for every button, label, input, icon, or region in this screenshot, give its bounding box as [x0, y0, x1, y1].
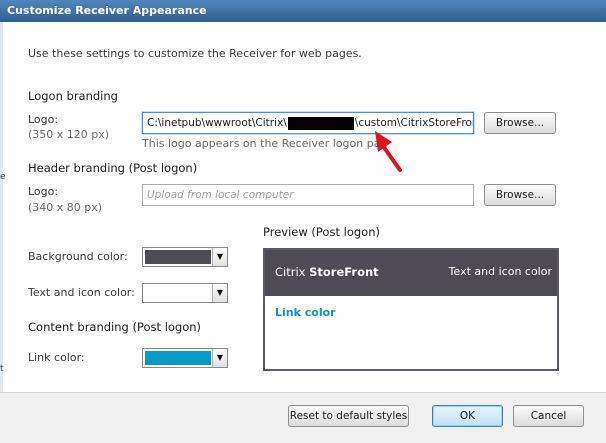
- background-color-swatch: [145, 250, 211, 264]
- logon-logo-path-input[interactable]: C:\inetpub\wwwroot\Citrix\ \custom\Citrix…: [142, 112, 474, 134]
- edge-glyph-t: t: [0, 364, 4, 374]
- background-window-edge: [0, 22, 3, 442]
- header-logo-size: (340 x 80 px): [28, 201, 103, 214]
- redacted-block: [287, 116, 354, 130]
- intro-text: Use these settings to customize the Rece…: [28, 47, 362, 60]
- text-icon-color-picker[interactable]: ▼: [142, 283, 228, 303]
- preview-link-color: Link color: [275, 306, 336, 319]
- logon-logo-helper: This logo appears on the Receiver logon …: [142, 137, 388, 150]
- link-color-swatch: [145, 351, 211, 365]
- logon-logo-path-start: C:\inetpub\wwwroot\Citrix\: [147, 117, 287, 129]
- cancel-button[interactable]: Cancel: [513, 405, 584, 427]
- red-arrow-icon: [375, 131, 402, 172]
- content-branding-heading: Content branding (Post logon): [28, 320, 202, 334]
- text-icon-color-swatch: [145, 286, 211, 300]
- chevron-down-icon[interactable]: ▼: [212, 284, 227, 302]
- edge-glyph-e: e: [0, 172, 6, 182]
- logon-logo-label: Logo:: [28, 113, 59, 126]
- header-branding-heading: Header branding (Post logon): [28, 161, 198, 175]
- chevron-down-icon[interactable]: ▼: [212, 248, 227, 266]
- preview-brand: Citrix StoreFront: [275, 265, 379, 279]
- header-logo-path-input[interactable]: Upload from local computer: [142, 184, 474, 206]
- link-color-label: Link color:: [28, 351, 85, 364]
- logon-logo-size: (350 x 120 px): [28, 128, 110, 141]
- preview-brand-prefix: Citrix: [275, 265, 310, 279]
- logon-logo-path-end: \custom\CitrixStoreFront_: [354, 117, 473, 129]
- chevron-down-icon[interactable]: ▼: [212, 349, 227, 367]
- background-color-label: Background color:: [28, 250, 128, 263]
- preview-text-icon-color: Text and icon color: [448, 265, 552, 278]
- logon-branding-heading: Logon branding: [28, 89, 118, 103]
- link-color-picker[interactable]: ▼: [142, 348, 228, 368]
- logon-browse-button[interactable]: Browse...: [484, 112, 556, 134]
- preview-heading: Preview (Post logon): [263, 225, 380, 239]
- background-color-picker[interactable]: ▼: [142, 247, 228, 267]
- window-title-bar[interactable]: Customize Receiver Appearance: [0, 0, 606, 22]
- text-icon-color-label: Text and icon color:: [28, 286, 135, 299]
- window-title: Customize Receiver Appearance: [7, 4, 207, 17]
- header-logo-label: Logo:: [28, 185, 59, 198]
- preview-brand-bold: StoreFront: [309, 265, 379, 279]
- preview-panel: Citrix StoreFront Text and icon color Li…: [263, 248, 559, 371]
- header-logo-placeholder: Upload from local computer: [147, 189, 294, 201]
- reset-default-styles-button[interactable]: Reset to default styles: [288, 405, 409, 427]
- ok-button[interactable]: OK: [432, 405, 503, 427]
- preview-header: Citrix StoreFront Text and icon color: [265, 250, 557, 296]
- header-browse-button[interactable]: Browse...: [484, 184, 556, 206]
